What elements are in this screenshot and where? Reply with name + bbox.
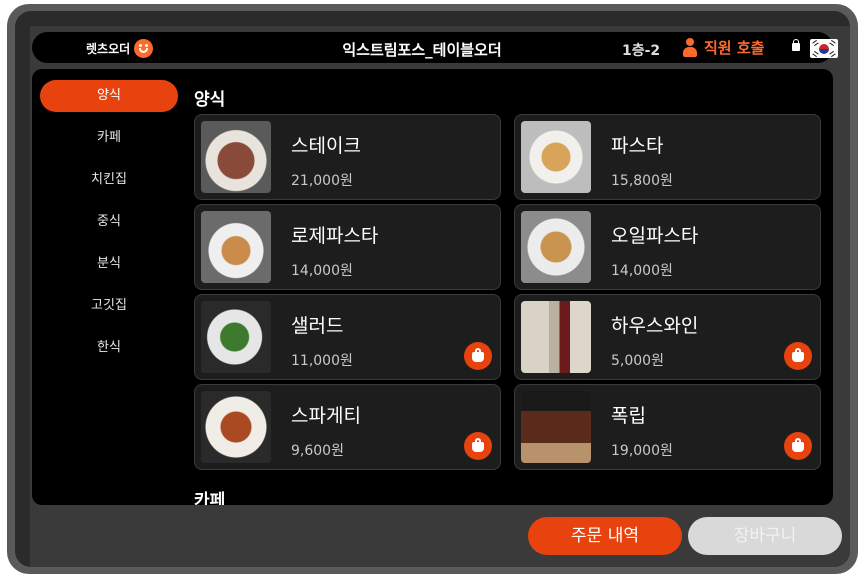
shopping-bag-icon xyxy=(472,348,484,362)
brand-logo: 렛츠오더 xyxy=(86,38,154,58)
store-title: 익스트림포스_테이블오더 xyxy=(342,41,502,59)
menu-card-pasta[interactable]: 파스타 15,800원 xyxy=(514,114,821,200)
category-snack[interactable]: 분식 xyxy=(40,248,178,280)
item-price: 14,000원 xyxy=(611,263,673,279)
menu-card-rose-pasta[interactable]: 로제파스타 14,000원 xyxy=(194,204,501,290)
add-to-cart-icon[interactable] xyxy=(464,432,492,460)
oil-pasta-image xyxy=(521,211,591,283)
menu-card-house-wine[interactable]: 하우스와인 5,000원 xyxy=(514,294,821,380)
item-price: 15,800원 xyxy=(611,173,673,189)
item-name: 스테이크 xyxy=(291,135,361,157)
menu-card-oil-pasta[interactable]: 오일파스타 14,000원 xyxy=(514,204,821,290)
add-to-cart-icon[interactable] xyxy=(784,432,812,460)
spaghetti-image xyxy=(201,391,271,463)
flag-trigram xyxy=(812,50,819,58)
item-price: 11,000원 xyxy=(291,353,353,369)
staff-call-label: 직원 호출 xyxy=(704,39,765,57)
category-cafe[interactable]: 카페 xyxy=(40,122,178,154)
menu-panel: 양식 카페 치킨집 중식 분식 고깃집 한식 양식 스테이크 21,000원 파… xyxy=(32,69,833,505)
flag-trigram xyxy=(829,39,836,47)
brand-name: 렛츠오더 xyxy=(86,41,131,56)
korean-flag-icon[interactable] xyxy=(810,39,838,58)
flag-emblem xyxy=(819,44,829,54)
pasta-image xyxy=(521,121,591,193)
add-to-cart-icon[interactable] xyxy=(784,342,812,370)
pork-ribs-image xyxy=(521,391,591,463)
category-chinese[interactable]: 중식 xyxy=(40,206,178,238)
rose-pasta-image xyxy=(201,211,271,283)
item-price: 19,000원 xyxy=(611,443,673,459)
category-korean[interactable]: 한식 xyxy=(40,332,178,364)
shopping-bag-icon xyxy=(472,438,484,452)
category-chicken[interactable]: 치킨집 xyxy=(40,164,178,196)
smile-icon xyxy=(134,38,154,58)
menu-card-spaghetti[interactable]: 스파게티 9,600원 xyxy=(194,384,501,470)
item-name: 샐러드 xyxy=(291,315,344,337)
add-to-cart-icon[interactable] xyxy=(464,342,492,370)
house-wine-image xyxy=(521,301,591,373)
steak-image xyxy=(201,121,271,193)
category-bbq[interactable]: 고깃집 xyxy=(40,290,178,322)
item-name: 파스타 xyxy=(611,135,664,157)
top-bar: 렛츠오더 익스트림포스_테이블오더 1층-2 직원 호출 xyxy=(32,32,838,63)
item-price: 9,600원 xyxy=(291,443,344,459)
category-sidebar: 양식 카페 치킨집 중식 분식 고깃집 한식 xyxy=(40,80,178,374)
flag-trigram xyxy=(829,50,836,58)
category-western[interactable]: 양식 xyxy=(40,80,178,112)
shopping-bag-icon xyxy=(792,438,804,452)
table-number: 1층-2 xyxy=(622,43,661,59)
screen: 렛츠오더 익스트림포스_테이블오더 1층-2 직원 호출 양식 카페 치킨집 중… xyxy=(15,11,850,567)
menu-card-steak[interactable]: 스테이크 21,000원 xyxy=(194,114,501,200)
menu-card-salad[interactable]: 샐러드 11,000원 xyxy=(194,294,501,380)
item-name: 스파게티 xyxy=(291,405,361,427)
item-name: 하우스와인 xyxy=(611,315,699,337)
order-history-button[interactable]: 주문 내역 xyxy=(528,517,682,555)
item-name: 오일파스타 xyxy=(611,225,699,247)
item-price: 14,000원 xyxy=(291,263,353,279)
item-price: 21,000원 xyxy=(291,173,353,189)
shopping-bag-icon xyxy=(792,348,804,362)
cart-button[interactable]: 장바구니 xyxy=(688,517,842,555)
next-section-title: 카페 xyxy=(194,491,226,505)
device-frame: 렛츠오더 익스트림포스_테이블오더 1층-2 직원 호출 양식 카페 치킨집 중… xyxy=(7,4,858,574)
section-title: 양식 xyxy=(194,90,226,110)
item-price: 5,000원 xyxy=(611,353,664,369)
menu-card-pork-ribs[interactable]: 폭립 19,000원 xyxy=(514,384,821,470)
lock-icon[interactable] xyxy=(792,39,800,51)
item-name: 로제파스타 xyxy=(291,225,379,247)
staff-call-button[interactable]: 직원 호출 xyxy=(682,37,764,58)
item-name: 폭립 xyxy=(611,405,646,427)
staff-icon xyxy=(682,37,698,58)
flag-trigram xyxy=(812,39,819,47)
salad-image xyxy=(201,301,271,373)
